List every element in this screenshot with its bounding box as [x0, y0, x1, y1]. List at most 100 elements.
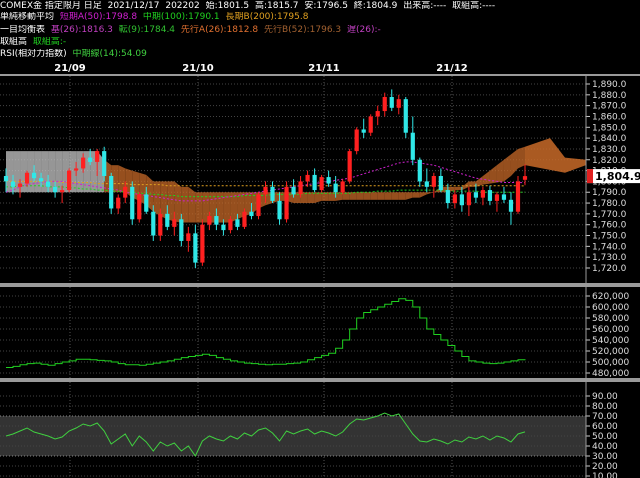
price-tick-label: 1,890.0 — [592, 80, 627, 90]
ichimoku-cloud — [510, 148, 518, 176]
candle-body — [452, 194, 457, 204]
candle-body — [24, 172, 30, 184]
candle-body — [263, 186, 268, 195]
ichimoku-cloud — [398, 192, 406, 200]
ichimoku-cloud — [314, 192, 322, 204]
price-tick-label: 1,760.0 — [592, 221, 627, 231]
candle-body — [501, 194, 507, 200]
current-price-marker — [587, 169, 593, 184]
ichimoku-cloud — [370, 192, 378, 200]
price-tick-label: 1,850.0 — [592, 123, 627, 133]
candle-body — [17, 183, 23, 187]
price-tick-label: 1,870.0 — [592, 102, 627, 112]
ichimoku-cloud — [419, 192, 427, 198]
price-tick-label: 1,720.0 — [592, 264, 627, 274]
ichimoku-cloud — [475, 176, 483, 187]
candle-body — [389, 96, 394, 108]
volume-value: 出来高:---- — [403, 1, 447, 11]
candle-body — [494, 194, 500, 201]
ichimoku-cloud — [356, 192, 364, 200]
candle-body — [480, 190, 486, 198]
price-panel[interactable]: 1,890.01,880.01,870.01,860.01,850.01,840… — [0, 76, 640, 283]
price-tick-label: 1,780.0 — [592, 199, 627, 209]
candle-body — [298, 181, 303, 195]
candle-body — [249, 211, 254, 217]
rsi-tick-label: 70.00 — [592, 412, 618, 422]
ichimoku-cloud — [174, 181, 182, 223]
candle-body — [508, 199, 514, 212]
senkou-a-value: 先行A(26):1812.8 — [180, 25, 259, 35]
oi-tick-label: 580,000 — [592, 314, 629, 324]
ichimoku-cloud — [153, 181, 161, 217]
oi-tick-label: 600,000 — [592, 303, 629, 313]
senkou-b-value: 先行B(52):1796.3 — [263, 25, 342, 35]
date-label: 21/11 — [308, 63, 340, 74]
candle-body — [109, 176, 114, 209]
chart-canvas[interactable]: 1,890.01,880.01,870.01,860.01,850.01,840… — [0, 0, 640, 478]
ichimoku-cloud — [426, 192, 434, 195]
candle-body — [130, 186, 135, 220]
candle-body — [165, 213, 170, 227]
candle-body — [459, 194, 464, 206]
ma-long-value: 長期B(200):1795.8 — [225, 12, 309, 22]
close-value: 終:1804.9 — [353, 1, 398, 11]
candle-body — [410, 132, 415, 160]
candle-body — [438, 176, 443, 191]
date-label: 21/09 — [54, 63, 86, 74]
candle-body — [473, 192, 479, 198]
price-tick-label: 1,730.0 — [592, 253, 627, 263]
candle-body — [326, 177, 331, 184]
ichimoku-cloud — [76, 151, 84, 193]
candle-body — [445, 190, 450, 204]
rsi-tick-label: 40.00 — [592, 442, 618, 452]
rsi-panel[interactable]: 90.0080.0070.0060.0050.0040.0030.0020.00… — [0, 382, 618, 478]
candle-body — [123, 186, 128, 198]
candle-body — [151, 211, 156, 236]
candle-body — [522, 176, 528, 180]
candle-body — [256, 194, 261, 217]
candle-body — [466, 192, 471, 206]
price-tick-label: 1,790.0 — [592, 188, 627, 198]
candle-body — [221, 224, 226, 231]
tenkan-value: 転(9):1784.4 — [118, 25, 176, 35]
candle-body — [172, 219, 177, 227]
candle-body — [312, 174, 317, 191]
candle-body — [270, 186, 275, 201]
header-line-ma: 単純移動平均 短期A(50):1798.8 中期(100):1790.1 長期B… — [0, 12, 640, 23]
rsi-tick-label: 80.00 — [592, 402, 618, 412]
candle-body — [403, 99, 408, 133]
price-tick-label: 1,830.0 — [592, 145, 627, 155]
candle-body — [340, 181, 345, 193]
ichimoku-cloud-future — [525, 138, 586, 173]
candle-body — [515, 181, 521, 212]
contract-label: 202202 — [165, 1, 200, 11]
candle-body — [382, 96, 387, 112]
candle-body — [193, 233, 198, 263]
candle-body — [277, 200, 282, 220]
ichimoku-cloud — [503, 154, 511, 182]
date-label: 21/10 — [182, 63, 214, 74]
low-value: 安:1796.5 — [304, 1, 348, 11]
open-interest-panel[interactable]: 620,000600,000580,000560,000540,000520,0… — [0, 287, 629, 379]
candle-body — [144, 194, 149, 212]
ichimoku-cloud — [55, 151, 63, 193]
ichimoku-cloud — [412, 192, 420, 198]
header-line-rsi: RSI(相対力指数) 中期線(14):54.09 — [0, 49, 640, 60]
ichimoku-cloud — [181, 186, 189, 223]
candle-body — [291, 186, 296, 195]
candle-body — [214, 216, 219, 225]
candle-body — [81, 157, 86, 169]
oi-value: 取組高:- — [32, 37, 67, 47]
candle-body — [417, 159, 422, 182]
symbol-label: COMEX金 指定限月 日足 — [0, 1, 102, 11]
price-tick-label: 1,820.0 — [592, 156, 627, 166]
oi-title: 取組高 — [0, 37, 28, 47]
ma-title: 単純移動平均 — [0, 12, 55, 22]
high-value: 高:1815.7 — [254, 1, 299, 11]
rsi-tick-label: 10.00 — [592, 472, 618, 478]
candle-body — [319, 177, 324, 191]
candle-body — [361, 129, 366, 133]
rsi-tick-label: 20.00 — [592, 462, 618, 472]
candle-body — [284, 186, 289, 220]
rsi-tick-label: 90.00 — [592, 392, 618, 402]
